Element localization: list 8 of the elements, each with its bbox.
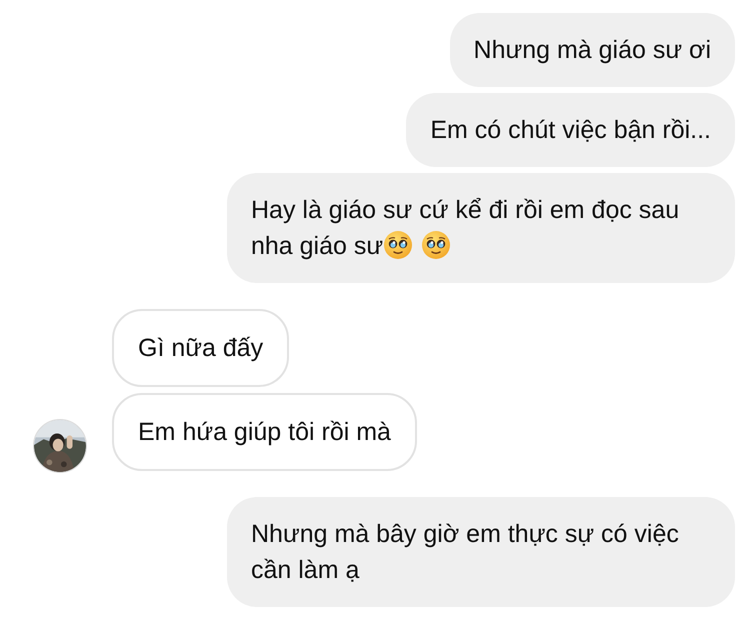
pleading-face-icon <box>421 230 452 260</box>
message-text: Nhưng mà bây giờ em thực sự có việc cần làm ạ <box>251 520 679 584</box>
pleading-face-icon <box>383 230 414 260</box>
message-text: Nhưng mà giáo sư ơi <box>474 36 711 64</box>
message-text: Em hứa giúp tôi rồi mà <box>138 418 391 446</box>
message-text: Hay là giáo sư cứ kể đi rồi em đọc sau nha giáo sư <box>251 196 680 260</box>
message-text: Gì nữa đấy <box>138 334 264 362</box>
message-text: Em có chút việc bận rồi... <box>430 116 711 144</box>
